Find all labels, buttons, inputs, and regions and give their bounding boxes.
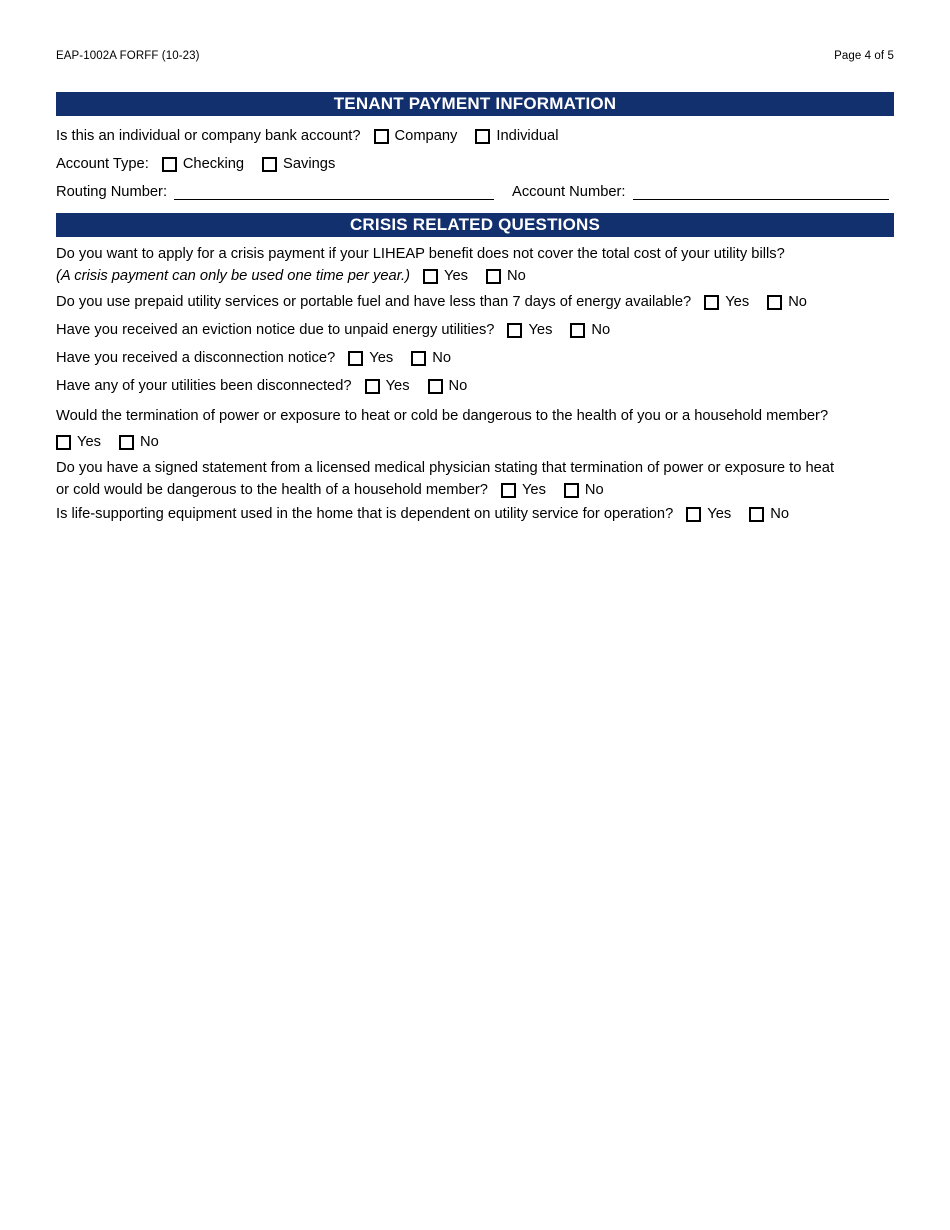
- checkbox-option-disconnection-notice-yes[interactable]: Yes: [348, 349, 393, 368]
- checkbox-option-checking[interactable]: Checking: [161, 155, 245, 174]
- checkbox-eviction-notice-no-label: No: [591, 322, 611, 338]
- question-physician-statement-line2: or cold would be dangerous to the health…: [56, 482, 488, 498]
- checkbox-savings-icon[interactable]: [262, 157, 278, 172]
- checkbox-option-termination-dangerous-yes[interactable]: Yes: [56, 431, 101, 453]
- checkbox-disconnection-notice-no-icon[interactable]: [411, 351, 427, 366]
- question-utilities-disconnected: Have any of your utilities been disconne…: [56, 377, 900, 396]
- question-crisis-payment-line2: (A crisis payment can only be used one t…: [56, 268, 411, 284]
- checkbox-utilities-disconnected-yes-label: Yes: [385, 378, 410, 394]
- page-meta-row: EAP-1002A FORFF (10-23) Page 4 of 5: [56, 50, 894, 62]
- question-eviction-notice: Have you received an eviction notice due…: [56, 321, 900, 340]
- checkbox-prepaid-utility-no-icon[interactable]: [767, 295, 783, 310]
- checkbox-utilities-disconnected-no-label: No: [448, 378, 468, 394]
- checkbox-option-eviction-notice-no[interactable]: No: [570, 321, 610, 340]
- checkbox-checking-icon[interactable]: [161, 157, 177, 172]
- checkbox-physician-statement-no-icon[interactable]: [563, 482, 579, 498]
- checkbox-option-utilities-disconnected-no[interactable]: No: [427, 377, 468, 396]
- checkbox-option-crisis-payment-yes[interactable]: Yes: [423, 265, 468, 287]
- checkbox-prepaid-utility-yes-icon[interactable]: [704, 295, 720, 310]
- checkbox-life-supporting-equipment-yes-icon[interactable]: [686, 507, 702, 522]
- account-number-label: Account Number:: [512, 184, 626, 200]
- question-termination-dangerous-text: Would the termination of power or exposu…: [56, 408, 829, 424]
- checkbox-prepaid-utility-no-label: No: [788, 294, 807, 310]
- question-prepaid-utility-text: Do you use prepaid utility services or p…: [56, 294, 692, 310]
- checkbox-termination-dangerous-yes-icon[interactable]: [56, 434, 71, 450]
- checkbox-utilities-disconnected-yes-icon[interactable]: [364, 379, 380, 394]
- checkbox-option-crisis-payment-no[interactable]: No: [486, 265, 526, 287]
- checkbox-crisis-payment-yes-label: Yes: [444, 268, 468, 284]
- checkbox-eviction-notice-yes-label: Yes: [528, 322, 553, 338]
- question-physician-statement-line1: Do you have a signed statement from a li…: [56, 460, 835, 476]
- account-owner-question: Is this an individual or company bank ac…: [56, 128, 361, 144]
- checkbox-checking-label: Checking: [182, 156, 245, 172]
- page-number-label: Page 4 of 5: [834, 50, 894, 62]
- checkbox-crisis-payment-no-icon[interactable]: [486, 268, 501, 284]
- checkbox-option-individual[interactable]: Individual: [475, 127, 558, 146]
- checkbox-utilities-disconnected-no-icon[interactable]: [427, 379, 443, 394]
- account-number-input[interactable]: [632, 186, 889, 200]
- row-bank-numbers: Routing Number: Account Number:: [56, 183, 900, 202]
- row-account-owner: Is this an individual or company bank ac…: [56, 127, 900, 146]
- checkbox-individual-label: Individual: [496, 128, 559, 144]
- row-account-type: Account Type: Checking Savings: [56, 155, 900, 174]
- checkbox-savings-label: Savings: [283, 156, 336, 172]
- checkbox-termination-dangerous-yes-label: Yes: [77, 434, 101, 450]
- checkbox-crisis-payment-no-label: No: [507, 268, 526, 284]
- account-type-label: Account Type:: [56, 156, 149, 172]
- checkbox-prepaid-utility-yes-label: Yes: [725, 294, 750, 310]
- checkbox-eviction-notice-yes-icon[interactable]: [507, 323, 523, 338]
- checkbox-option-life-supporting-equipment-no[interactable]: No: [749, 505, 789, 524]
- checkbox-company-icon[interactable]: [373, 129, 389, 144]
- checkbox-option-prepaid-utility-no[interactable]: No: [767, 293, 807, 312]
- checkbox-life-supporting-equipment-no-icon[interactable]: [749, 507, 765, 522]
- checkbox-life-supporting-equipment-no-label: No: [770, 506, 789, 522]
- section-header-crisis-questions: CRISIS RELATED QUESTIONS: [56, 213, 894, 237]
- checkbox-option-termination-dangerous-no[interactable]: No: [118, 431, 159, 453]
- form-page: EAP-1002A FORFF (10-23) Page 4 of 5 TENA…: [0, 0, 950, 1230]
- checkbox-company-label: Company: [394, 128, 458, 144]
- question-physician-statement: Do you have a signed statement from a li…: [56, 457, 894, 501]
- form-id-label: EAP-1002A FORFF (10-23): [56, 50, 200, 62]
- checkbox-disconnection-notice-yes-label: Yes: [369, 350, 394, 366]
- section-header-tenant-payment: TENANT PAYMENT INFORMATION: [56, 92, 894, 116]
- checkbox-physician-statement-yes-icon[interactable]: [500, 482, 516, 498]
- checkbox-option-prepaid-utility-yes[interactable]: Yes: [704, 293, 749, 312]
- checkbox-option-eviction-notice-yes[interactable]: Yes: [507, 321, 552, 340]
- question-crisis-payment-line1: Do you want to apply for a crisis paymen…: [56, 246, 785, 262]
- checkbox-option-company[interactable]: Company: [373, 127, 458, 146]
- question-disconnection-notice-text: Have you received a disconnection notice…: [56, 350, 336, 366]
- checkbox-option-disconnection-notice-no[interactable]: No: [411, 349, 451, 368]
- question-life-supporting-equipment-text: Is life-supporting equipment used in the…: [56, 506, 674, 522]
- checkbox-individual-icon[interactable]: [475, 129, 491, 144]
- checkbox-disconnection-notice-yes-icon[interactable]: [348, 351, 364, 366]
- question-prepaid-utility: Do you use prepaid utility services or p…: [56, 293, 900, 312]
- checkbox-physician-statement-yes-label: Yes: [521, 482, 546, 498]
- question-life-supporting-equipment: Is life-supporting equipment used in the…: [56, 505, 900, 524]
- checkbox-life-supporting-equipment-yes-label: Yes: [707, 506, 732, 522]
- checkbox-physician-statement-no-label: No: [584, 482, 604, 498]
- checkbox-termination-dangerous-no-label: No: [139, 434, 159, 450]
- checkbox-eviction-notice-no-icon[interactable]: [570, 323, 586, 338]
- checkbox-option-physician-statement-yes[interactable]: Yes: [500, 479, 546, 501]
- question-utilities-disconnected-text: Have any of your utilities been disconne…: [56, 378, 352, 394]
- checkbox-option-life-supporting-equipment-yes[interactable]: Yes: [686, 505, 731, 524]
- routing-number-label: Routing Number:: [56, 184, 168, 200]
- checkbox-crisis-payment-yes-icon[interactable]: [423, 268, 439, 284]
- routing-number-input[interactable]: [174, 186, 495, 200]
- checkbox-option-physician-statement-no[interactable]: No: [563, 479, 604, 501]
- question-termination-dangerous: Would the termination of power or exposu…: [56, 405, 894, 453]
- checkbox-termination-dangerous-no-icon[interactable]: [118, 434, 134, 450]
- checkbox-option-savings[interactable]: Savings: [262, 155, 335, 174]
- checkbox-disconnection-notice-no-label: No: [432, 350, 451, 366]
- checkbox-option-utilities-disconnected-yes[interactable]: Yes: [364, 377, 410, 396]
- question-eviction-notice-text: Have you received an eviction notice due…: [56, 322, 495, 338]
- question-crisis-payment: Do you want to apply for a crisis paymen…: [56, 243, 894, 287]
- question-disconnection-notice: Have you received a disconnection notice…: [56, 349, 900, 368]
